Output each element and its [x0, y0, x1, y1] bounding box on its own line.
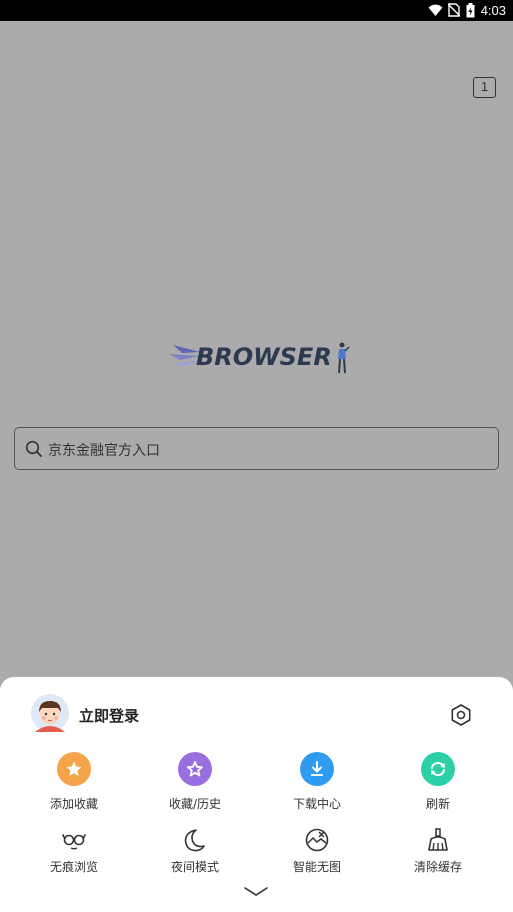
download-center-button[interactable]: 下载中心 — [267, 752, 367, 812]
wifi-icon — [428, 4, 443, 16]
download-center-label: 下载中心 — [292, 797, 341, 811]
favorites-history-button[interactable]: 收藏/历史 — [145, 752, 245, 812]
battery-charging-icon — [466, 3, 475, 18]
refresh-icon — [421, 752, 455, 786]
no-image-icon — [305, 828, 329, 852]
no-image-label: 智能无图 — [292, 860, 341, 874]
night-mode-icon — [184, 829, 205, 852]
add-favorite-button[interactable]: 添加收藏 — [24, 752, 124, 812]
chevron-down-icon[interactable] — [243, 885, 269, 899]
bottom-menu-sheet: 立即登录 添加收藏 收藏/历史 下载中心 刷新 无痕浏览 夜间模式 智能无图 清… — [0, 677, 513, 912]
no-sim-icon — [448, 3, 460, 17]
tab-counter-button[interactable]: 1 — [473, 77, 496, 98]
favorites-history-label: 收藏/历史 — [168, 797, 222, 811]
status-time: 4:03 — [480, 3, 506, 18]
search-bar[interactable]: 京东金融官方入口 — [14, 427, 499, 470]
incognito-button[interactable]: 无痕浏览 — [24, 827, 124, 875]
night-mode-button[interactable]: 夜间模式 — [145, 827, 245, 875]
settings-icon[interactable] — [449, 703, 473, 727]
night-mode-label: 夜间模式 — [170, 860, 219, 874]
status-bar: 4:03 — [0, 0, 513, 21]
add-favorite-label: 添加收藏 — [49, 797, 98, 811]
search-icon — [25, 440, 42, 457]
add-favorite-icon — [57, 752, 91, 786]
favorites-history-icon — [178, 752, 212, 786]
no-image-button[interactable]: 智能无图 — [267, 827, 367, 875]
clear-cache-button[interactable]: 清除缓存 — [388, 827, 488, 875]
browser-logo: BROWSER — [168, 340, 352, 376]
logo-text: BROWSER — [196, 343, 332, 371]
avatar[interactable] — [31, 694, 69, 732]
clear-cache-label: 清除缓存 — [413, 860, 462, 874]
incognito-label: 无痕浏览 — [49, 860, 98, 874]
incognito-icon — [62, 834, 86, 850]
download-icon — [300, 752, 334, 786]
search-text: 京东金融官方入口 — [48, 443, 160, 459]
person-figure-icon — [338, 342, 350, 374]
login-label[interactable]: 立即登录 — [79, 705, 139, 726]
clear-cache-icon — [428, 828, 448, 851]
refresh-label: 刷新 — [425, 797, 450, 811]
refresh-button[interactable]: 刷新 — [388, 752, 488, 812]
